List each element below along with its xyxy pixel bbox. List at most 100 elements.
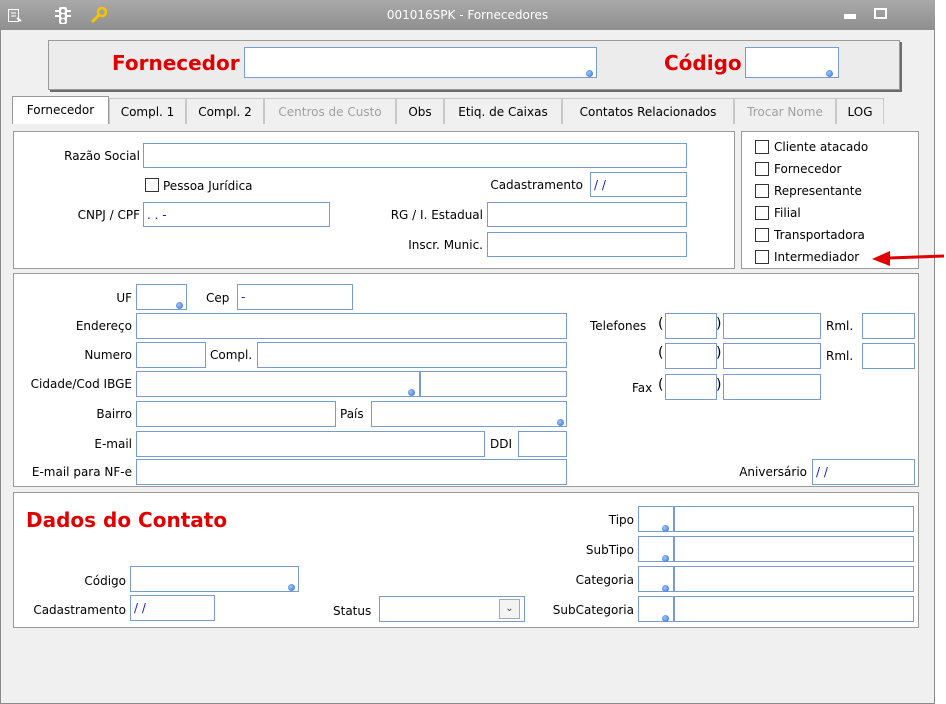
tab-log[interactable]: LOG bbox=[836, 98, 884, 124]
cadastramento-input[interactable] bbox=[590, 172, 687, 197]
contact-cadastramento-input[interactable] bbox=[130, 595, 215, 621]
traffic-light-icon[interactable] bbox=[55, 7, 71, 24]
rml-1-label: Rml. bbox=[826, 319, 854, 333]
fornecedor-type-label: Fornecedor bbox=[774, 162, 842, 176]
subtipo-label: SubTipo bbox=[585, 543, 634, 557]
endereco-input[interactable] bbox=[136, 313, 567, 339]
representante-checkbox[interactable] bbox=[755, 184, 769, 198]
open-paren: ( bbox=[658, 316, 664, 332]
open-paren: ( bbox=[658, 377, 664, 393]
fornecedor-checkbox[interactable] bbox=[755, 162, 769, 176]
compl-input[interactable] bbox=[257, 342, 567, 368]
email-nfe-label: E-mail para NF-e bbox=[31, 465, 132, 479]
tab-etiq-de-caixas[interactable]: Etiq. de Caixas bbox=[444, 98, 562, 124]
email-input[interactable] bbox=[136, 431, 485, 457]
transportadora-checkbox[interactable] bbox=[755, 228, 769, 242]
open-paren: ( bbox=[658, 345, 664, 361]
cep-label: Cep bbox=[206, 291, 230, 305]
fax-label: Fax bbox=[632, 381, 653, 395]
fax-input[interactable] bbox=[723, 374, 821, 400]
codigo-input[interactable] bbox=[745, 47, 839, 78]
ddi-input[interactable] bbox=[518, 431, 567, 457]
rml-2-label: Rml. bbox=[826, 349, 854, 363]
categoria-label: Categoria bbox=[575, 573, 634, 587]
tab-fornecedor[interactable]: Fornecedor bbox=[12, 96, 109, 124]
rg-estadual-input[interactable] bbox=[487, 202, 687, 227]
red-arrow-annotation bbox=[872, 251, 944, 266]
cadastramento-label: Cadastramento bbox=[490, 178, 583, 192]
lookup-icon[interactable] bbox=[408, 389, 415, 396]
tab-trocar-nome[interactable]: Trocar Nome bbox=[734, 98, 836, 124]
razao-social-label: Razão Social bbox=[64, 149, 140, 163]
chevron-down-icon[interactable]: ⌄ bbox=[499, 599, 520, 619]
telefone-1-input[interactable] bbox=[723, 313, 821, 339]
cep-input[interactable] bbox=[237, 284, 353, 310]
telefone-2-input[interactable] bbox=[723, 343, 821, 369]
categoria-desc-input[interactable] bbox=[674, 566, 914, 592]
fornecedor-search-input[interactable] bbox=[244, 47, 597, 78]
pessoa-juridica-label: Pessoa Jurídica bbox=[163, 179, 253, 193]
bairro-label: Bairro bbox=[96, 407, 132, 421]
inscr-munic-label: Inscr. Munic. bbox=[408, 238, 483, 252]
rml-2-input[interactable] bbox=[862, 343, 915, 369]
subcategoria-desc-input[interactable] bbox=[674, 596, 914, 622]
numero-label: Numero bbox=[84, 348, 132, 362]
fax-ddd-input[interactable] bbox=[665, 374, 717, 400]
representante-label: Representante bbox=[774, 184, 862, 198]
tipo-desc-input[interactable] bbox=[674, 506, 914, 532]
filial-label: Filial bbox=[774, 206, 801, 220]
codigo-heading: Código bbox=[664, 51, 742, 75]
cnpj-cpf-label: CNPJ / CPF bbox=[77, 208, 140, 222]
lookup-icon[interactable] bbox=[586, 70, 593, 77]
lookup-icon[interactable] bbox=[662, 555, 669, 562]
tab-centros-de-custo[interactable]: Centros de Custo bbox=[264, 98, 396, 124]
email-nfe-input[interactable] bbox=[136, 459, 567, 485]
contact-codigo-input[interactable] bbox=[130, 566, 299, 592]
telefones-label: Telefones bbox=[590, 319, 647, 333]
close-paren: ) bbox=[716, 316, 722, 332]
intermediador-checkbox[interactable] bbox=[755, 250, 769, 264]
lookup-icon[interactable] bbox=[662, 585, 669, 592]
pessoa-juridica-checkbox[interactable] bbox=[145, 178, 159, 192]
telefone-2-ddd-input[interactable] bbox=[665, 343, 717, 369]
razao-social-input[interactable] bbox=[143, 143, 687, 168]
status-label: Status bbox=[333, 604, 372, 618]
rg-estadual-label: RG / I. Estadual bbox=[390, 208, 483, 222]
minimize-button[interactable] bbox=[844, 14, 856, 19]
lookup-icon[interactable] bbox=[662, 525, 669, 532]
maximize-button[interactable] bbox=[874, 8, 887, 19]
cliente-atacado-label: Cliente atacado bbox=[774, 140, 869, 154]
tab-compl-1[interactable]: Compl. 1 bbox=[109, 98, 186, 124]
rml-1-input[interactable] bbox=[862, 313, 915, 339]
subtipo-desc-input[interactable] bbox=[674, 536, 914, 562]
close-paren: ) bbox=[716, 377, 722, 393]
telefone-1-ddd-input[interactable] bbox=[665, 313, 717, 339]
lookup-icon[interactable] bbox=[176, 302, 183, 309]
bairro-input[interactable] bbox=[136, 401, 336, 427]
numero-input[interactable] bbox=[136, 342, 206, 368]
cliente-atacado-checkbox[interactable] bbox=[755, 140, 769, 154]
subcategoria-label: SubCategoria bbox=[552, 603, 634, 617]
form-icon[interactable] bbox=[8, 9, 22, 22]
window-title: 001016SPK - Fornecedores bbox=[386, 8, 549, 22]
pais-input[interactable] bbox=[371, 401, 567, 427]
lookup-icon[interactable] bbox=[288, 584, 295, 591]
filial-checkbox[interactable] bbox=[755, 206, 769, 220]
lookup-icon[interactable] bbox=[662, 615, 669, 622]
aniversario-input[interactable] bbox=[812, 459, 915, 485]
lookup-icon[interactable] bbox=[557, 419, 564, 426]
transportadora-label: Transportadora bbox=[774, 228, 865, 242]
intermediador-label: Intermediador bbox=[774, 250, 860, 264]
tab-contatos-relacionados[interactable]: Contatos Relacionados bbox=[562, 98, 734, 124]
compl-label: Compl. bbox=[210, 348, 253, 362]
tab-compl-2[interactable]: Compl. 2 bbox=[186, 98, 264, 124]
cnpj-cpf-input[interactable] bbox=[143, 202, 330, 227]
tab-obs[interactable]: Obs bbox=[396, 98, 444, 124]
cod-ibge-input[interactable] bbox=[420, 371, 567, 397]
email-label: E-mail bbox=[94, 437, 132, 451]
lookup-icon[interactable] bbox=[826, 70, 833, 77]
inscr-munic-input[interactable] bbox=[487, 232, 687, 257]
aniversario-label: Aniversário bbox=[739, 465, 807, 479]
wrench-icon[interactable] bbox=[90, 7, 107, 24]
cidade-input[interactable] bbox=[136, 371, 420, 397]
